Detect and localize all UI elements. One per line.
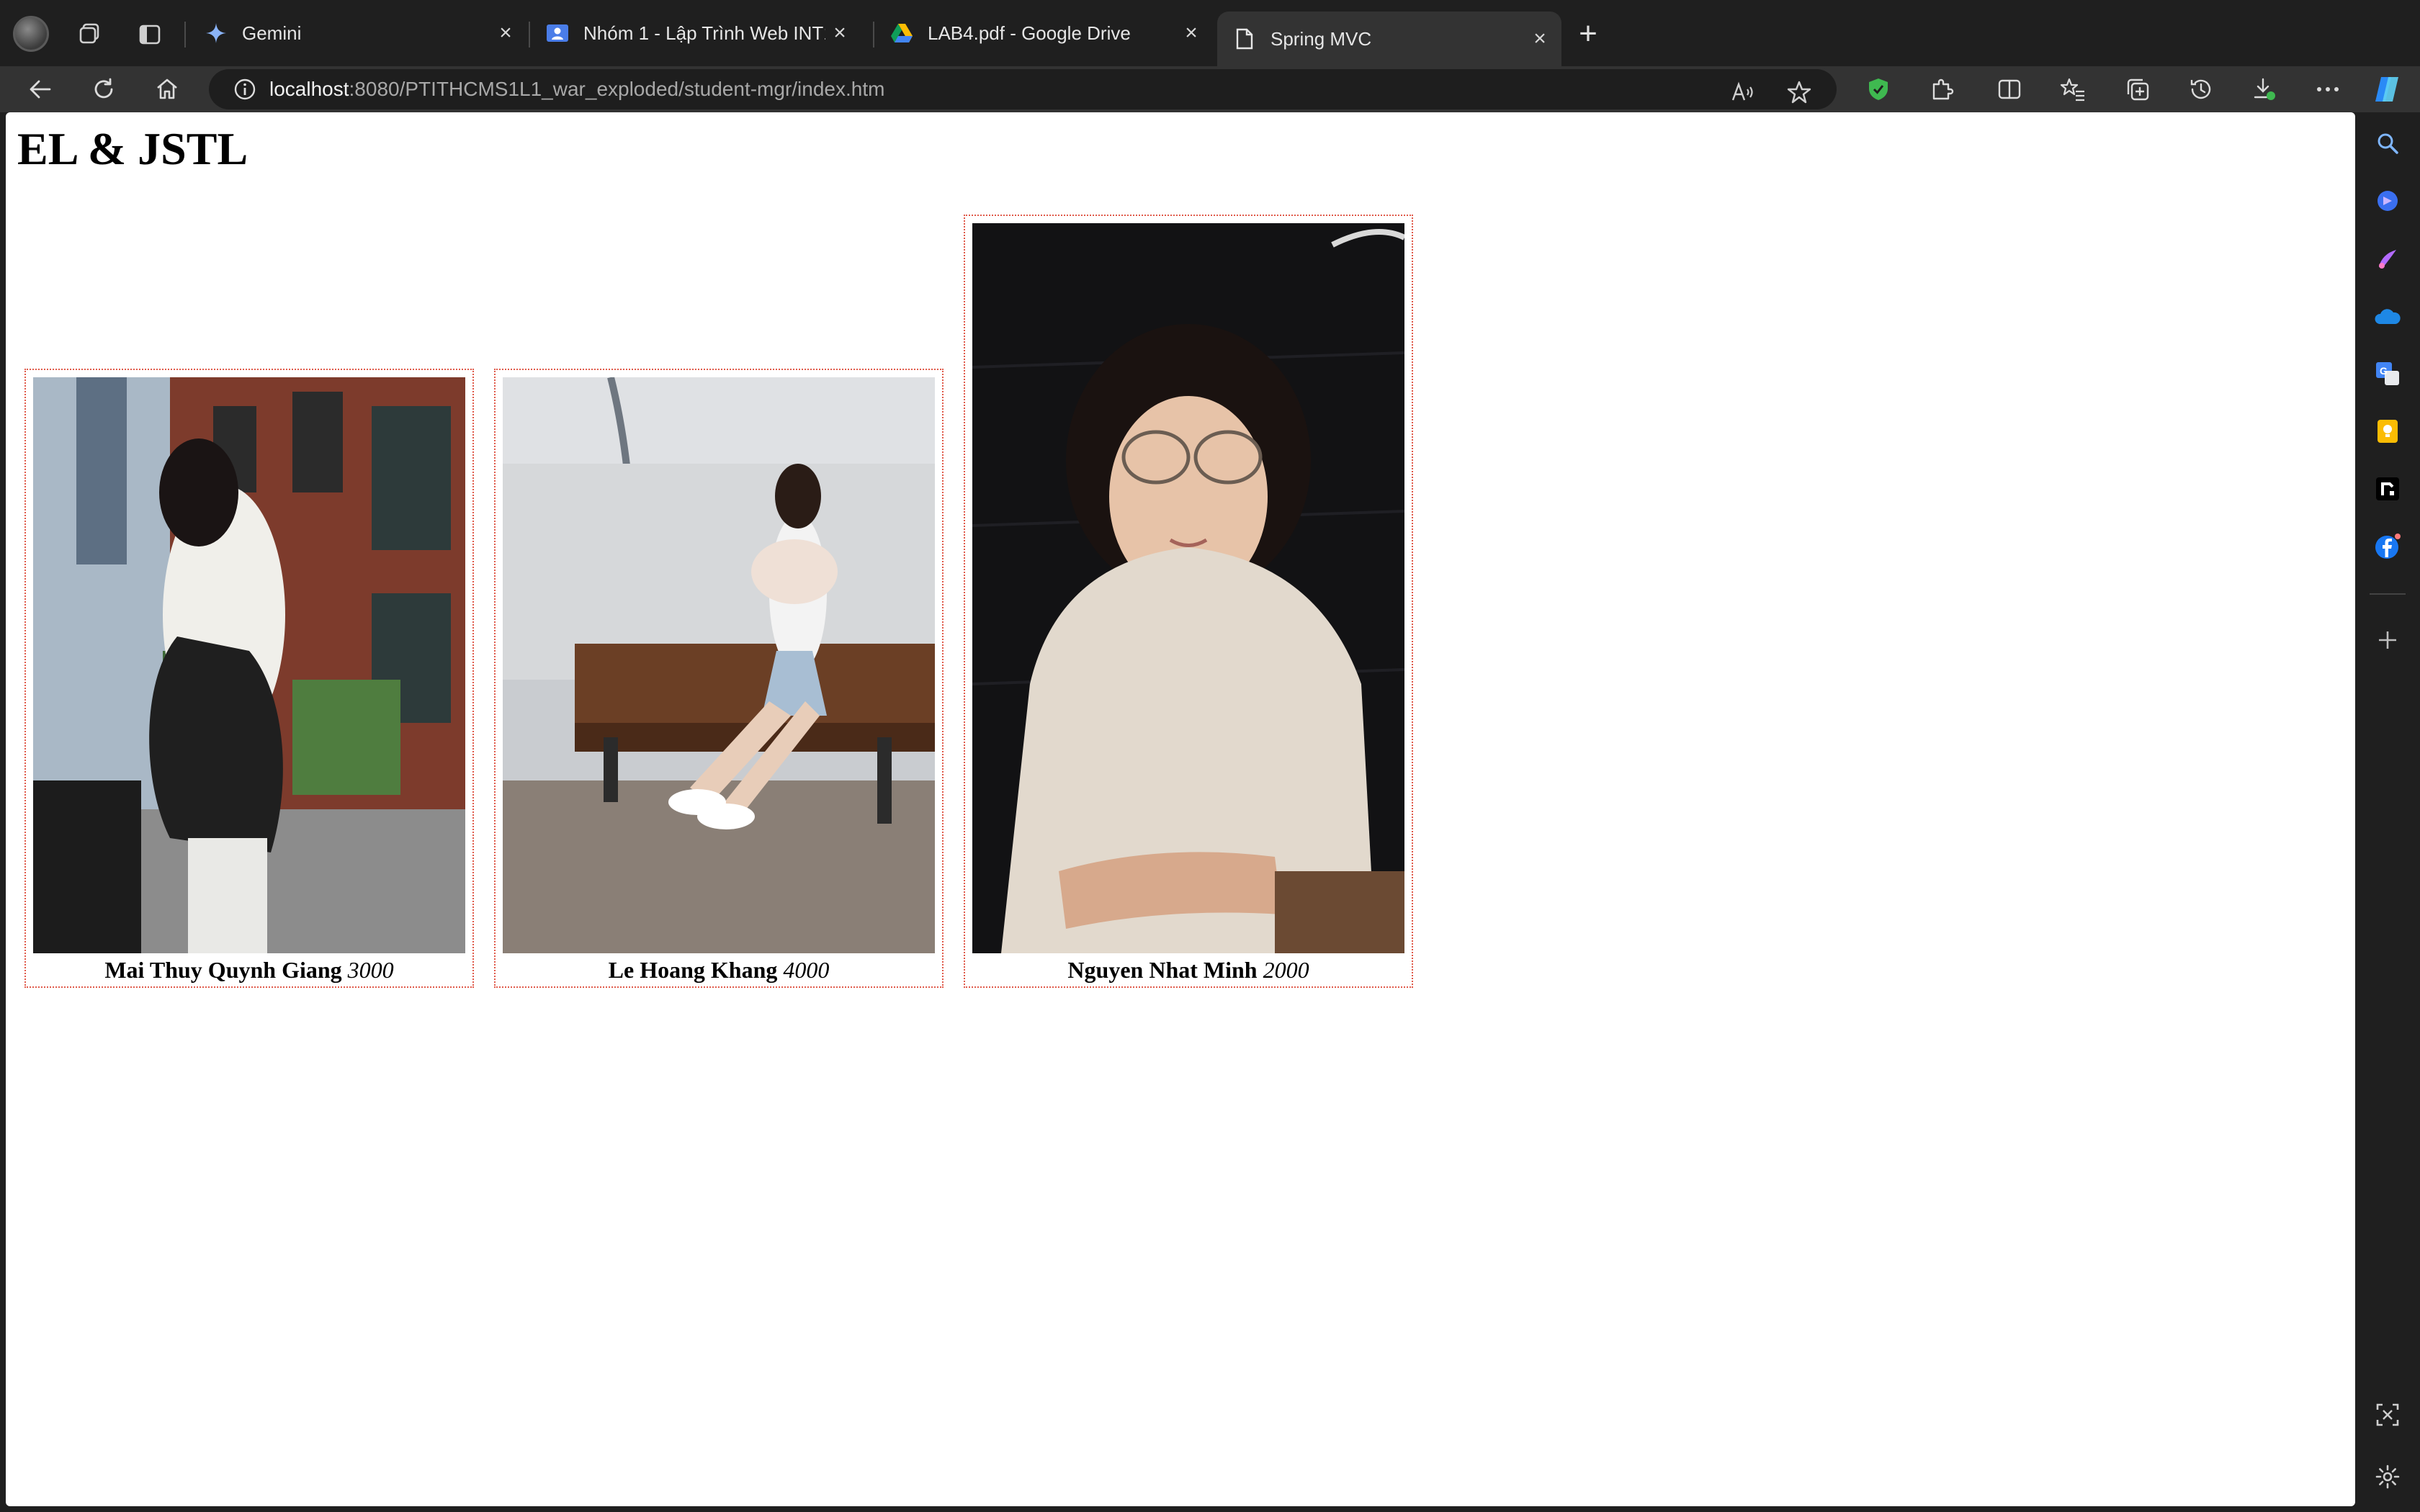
close-tab-icon[interactable]: ×	[491, 19, 520, 48]
student-name: Mai Thuy Quynh Giang	[104, 957, 342, 983]
student-card: Le Hoang Khang 4000	[494, 369, 944, 988]
copilot-sidebar-icon[interactable]	[2370, 183, 2406, 219]
student-caption: Nguyen Nhat Minh 2000	[965, 957, 1412, 984]
student-photo	[972, 223, 1404, 953]
sidebar-settings-gear-icon[interactable]	[2370, 1459, 2406, 1495]
favorites-list-icon[interactable]	[2054, 71, 2092, 108]
tab-title: Spring MVC	[1270, 27, 1372, 50]
facebook-icon[interactable]	[2370, 528, 2406, 564]
student-name: Nguyen Nhat Minh	[1067, 957, 1258, 983]
student-card: Nguyen Nhat Minh 2000	[964, 215, 1413, 988]
student-photo	[503, 377, 935, 953]
screenshot-icon[interactable]	[2370, 1397, 2406, 1433]
svg-text:G: G	[2380, 365, 2388, 377]
classroom-icon	[546, 22, 569, 45]
page-icon	[1233, 27, 1256, 50]
refresh-icon[interactable]	[85, 71, 122, 108]
student-score: 2000	[1263, 957, 1309, 983]
tab-classroom[interactable]: Nhóm 1 - Lập Trình Web INT14 ×	[530, 12, 861, 55]
home-icon[interactable]	[148, 71, 186, 108]
readwise-icon[interactable]	[2370, 471, 2406, 507]
tab-title: Gemini	[242, 22, 302, 44]
search-icon[interactable]	[2370, 125, 2406, 161]
address-toolbar: localhost:8080/PTITHCMS1L1_war_exploded/…	[0, 66, 2420, 112]
google-drive-icon	[890, 22, 913, 45]
tab-strip: Gemini × Nhóm 1 - Lập Trình Web INT14 × …	[0, 0, 2420, 66]
student-photo	[33, 377, 465, 953]
downloads-icon[interactable]	[2246, 71, 2283, 108]
new-tab-button[interactable]: +	[1570, 16, 1606, 52]
site-info-icon[interactable]	[225, 69, 265, 109]
student-caption: Mai Thuy Quynh Giang 3000	[26, 957, 472, 984]
edge-sidebar: G	[2355, 112, 2420, 1512]
close-tab-icon[interactable]: ×	[1525, 24, 1554, 53]
collections-icon[interactable]	[2119, 71, 2156, 108]
student-card: Mai Thuy Quynh Giang 3000	[24, 369, 474, 988]
google-translate-icon[interactable]: G	[2370, 356, 2406, 392]
sidebar-divider	[2370, 593, 2406, 595]
extensions-puzzle-icon[interactable]	[1923, 71, 1960, 108]
shield-extension-icon[interactable]	[1860, 71, 1897, 108]
copilot-icon[interactable]	[2368, 71, 2406, 108]
student-score: 4000	[783, 957, 830, 983]
student-caption: Le Hoang Khang 4000	[496, 957, 942, 984]
student-name: Le Hoang Khang	[608, 957, 778, 983]
address-bar[interactable]: localhost:8080/PTITHCMS1L1_war_exploded/…	[209, 69, 1837, 109]
add-sidebar-app-icon[interactable]	[2370, 622, 2406, 658]
tab-spring-mvc[interactable]: Spring MVC ×	[1217, 12, 1561, 66]
page-title: EL & JSTL	[17, 123, 248, 174]
close-tab-icon[interactable]: ×	[825, 19, 854, 48]
onedrive-icon[interactable]	[2370, 298, 2406, 334]
tab-google-drive[interactable]: LAB4.pdf - Google Drive ×	[874, 12, 1213, 55]
page-viewport: EL & JSTL Mai Thuy Quynh Giang 3000 Le H…	[6, 112, 2355, 1506]
back-arrow-icon[interactable]	[22, 71, 59, 108]
profile-avatar[interactable]	[13, 16, 49, 52]
more-menu-icon[interactable]	[2309, 71, 2347, 108]
tab-gemini[interactable]: Gemini ×	[189, 12, 527, 55]
url-text: localhost:8080/PTITHCMS1L1_war_exploded/…	[269, 78, 885, 100]
keep-icon[interactable]	[2370, 413, 2406, 449]
close-tab-icon[interactable]: ×	[1177, 19, 1206, 48]
workspaces-icon[interactable]	[71, 16, 108, 53]
favorite-star-icon[interactable]	[1780, 73, 1818, 111]
tab-title: LAB4.pdf - Google Drive	[928, 22, 1131, 44]
split-screen-icon[interactable]	[1991, 71, 2028, 108]
vertical-tabs-icon[interactable]	[131, 16, 169, 53]
student-score: 3000	[347, 957, 394, 983]
history-icon[interactable]	[2182, 71, 2220, 108]
designer-icon[interactable]	[2370, 240, 2406, 276]
read-aloud-icon[interactable]	[1724, 73, 1762, 111]
gemini-sparkle-icon	[205, 22, 228, 45]
tab-title: Nhóm 1 - Lập Trình Web INT14	[583, 22, 825, 44]
